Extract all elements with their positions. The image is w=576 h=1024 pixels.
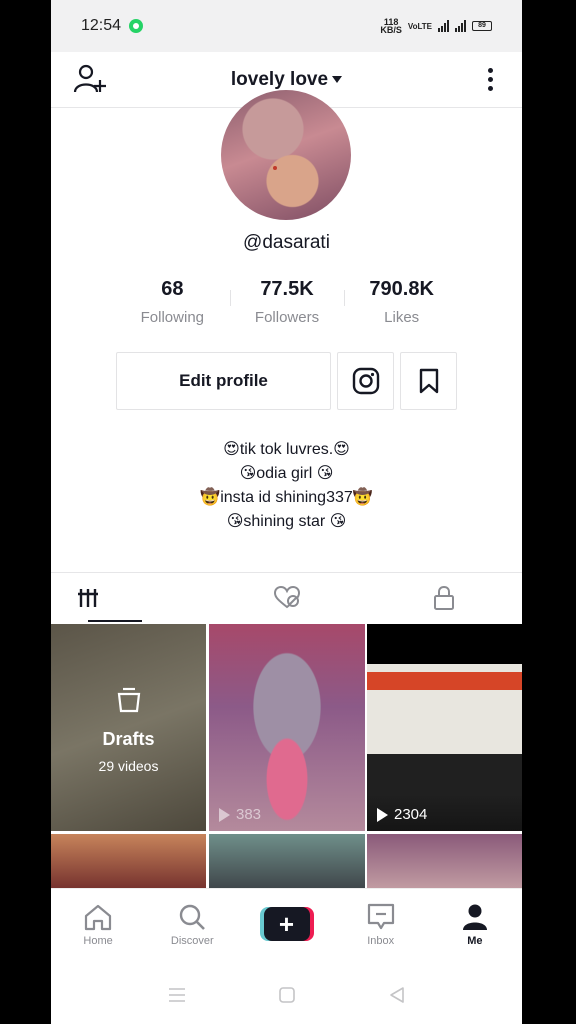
grid-icon <box>77 588 98 607</box>
bio-line: 😘odia girl 😘 <box>239 465 334 482</box>
bottom-nav: Home Discover + Inbox Me <box>51 888 522 966</box>
username: @dasarati <box>243 232 330 253</box>
drafts-title: Drafts <box>102 729 155 749</box>
phone-screen: 12:54 118 KB/S VoLTE 89 lovely love @das… <box>51 0 522 1024</box>
nav-home[interactable]: Home <box>51 889 145 966</box>
edit-profile-button[interactable]: Edit profile <box>116 352 331 410</box>
nav-label: Me <box>467 935 483 947</box>
instagram-icon <box>352 367 379 395</box>
more-options-icon[interactable] <box>480 64 500 94</box>
home-square-icon[interactable] <box>278 986 296 1004</box>
status-time: 12:54 <box>81 17 122 34</box>
play-icon <box>377 807 388 822</box>
avatar[interactable] <box>221 90 351 220</box>
stat-followers[interactable]: 77.5K Followers <box>229 278 345 326</box>
stat-label: Following <box>140 309 205 326</box>
status-bar: 12:54 118 KB/S VoLTE 89 <box>51 0 522 52</box>
view-count-value: 2304 <box>394 806 428 823</box>
bio-line: 😘shining star 😘 <box>226 513 347 530</box>
net-speed: 118 KB/S <box>380 17 402 35</box>
tab-liked[interactable] <box>208 573 365 622</box>
tab-private[interactable] <box>365 573 522 622</box>
stat-likes[interactable]: 790.8K Likes <box>344 278 459 326</box>
video-thumbnail[interactable]: 383 <box>209 624 365 831</box>
signal-icon-1 <box>438 20 449 32</box>
video-thumbnail[interactable] <box>51 834 206 888</box>
menu-icon[interactable] <box>167 987 187 1003</box>
bio-line: 😍tik tok luvres.😍 <box>223 441 350 458</box>
stat-following[interactable]: 68 Following <box>115 278 230 326</box>
plus-icon: + <box>263 907 310 941</box>
status-indicators: 118 KB/S VoLTE 89 <box>380 17 492 35</box>
nav-inbox[interactable]: Inbox <box>334 889 428 966</box>
nav-label: Inbox <box>367 935 395 947</box>
tab-videos[interactable] <box>51 573 208 622</box>
stat-label: Likes <box>384 309 420 326</box>
lock-icon <box>433 585 454 610</box>
stat-value: 68 <box>161 278 184 300</box>
account-switcher[interactable]: lovely love <box>230 68 343 91</box>
create-button[interactable]: + <box>259 907 314 941</box>
volte-icon: VoLTE <box>407 21 432 31</box>
favorites-button[interactable] <box>400 352 457 410</box>
whatsapp-icon <box>129 19 144 33</box>
profile-stats: 68 Following 77.5K Followers 790.8K Like… <box>115 278 459 326</box>
nav-label: Home <box>83 935 113 947</box>
video-grid: Drafts 29 videos 383 2304 <box>51 624 522 888</box>
stat-label: Followers <box>254 309 320 326</box>
drafts-icon <box>117 687 141 713</box>
bookmark-icon <box>419 368 438 394</box>
battery-icon: 89 <box>472 21 492 31</box>
video-thumbnail[interactable]: 2304 <box>367 624 522 831</box>
view-count: 2304 <box>377 806 427 823</box>
header-title: lovely love <box>230 68 329 90</box>
content-tabs <box>51 572 522 622</box>
nav-me[interactable]: Me <box>428 889 522 966</box>
signal-icon-2 <box>455 20 466 32</box>
search-icon <box>180 904 206 930</box>
bio: 😍tik tok luvres.😍 😘odia girl 😘 🤠insta id… <box>51 438 522 534</box>
inbox-icon <box>367 903 394 930</box>
video-thumbnail[interactable] <box>367 834 522 888</box>
video-thumbnail[interactable] <box>209 834 365 888</box>
stat-value: 790.8K <box>369 278 434 300</box>
nav-discover[interactable]: Discover <box>145 889 239 966</box>
nav-create[interactable]: + <box>239 889 333 966</box>
nav-label: Discover <box>170 935 214 947</box>
profile-icon <box>462 904 487 930</box>
drafts-count: 29 videos <box>98 758 159 774</box>
chevron-down-icon <box>332 76 343 83</box>
view-count: 383 <box>219 806 261 823</box>
home-icon <box>84 904 112 931</box>
drafts-tile[interactable]: Drafts 29 videos <box>51 624 206 831</box>
view-count-value: 383 <box>236 806 262 823</box>
bio-line: 🤠insta id shining337🤠 <box>200 489 373 506</box>
stat-value: 77.5K <box>260 278 314 300</box>
instagram-button[interactable] <box>337 352 394 410</box>
play-icon <box>219 807 230 822</box>
thumbnail-banner <box>367 672 522 690</box>
heart-hidden-icon <box>273 585 300 608</box>
add-user-icon[interactable] <box>73 62 107 96</box>
system-nav-bar <box>51 966 522 1024</box>
back-icon[interactable] <box>388 986 406 1004</box>
